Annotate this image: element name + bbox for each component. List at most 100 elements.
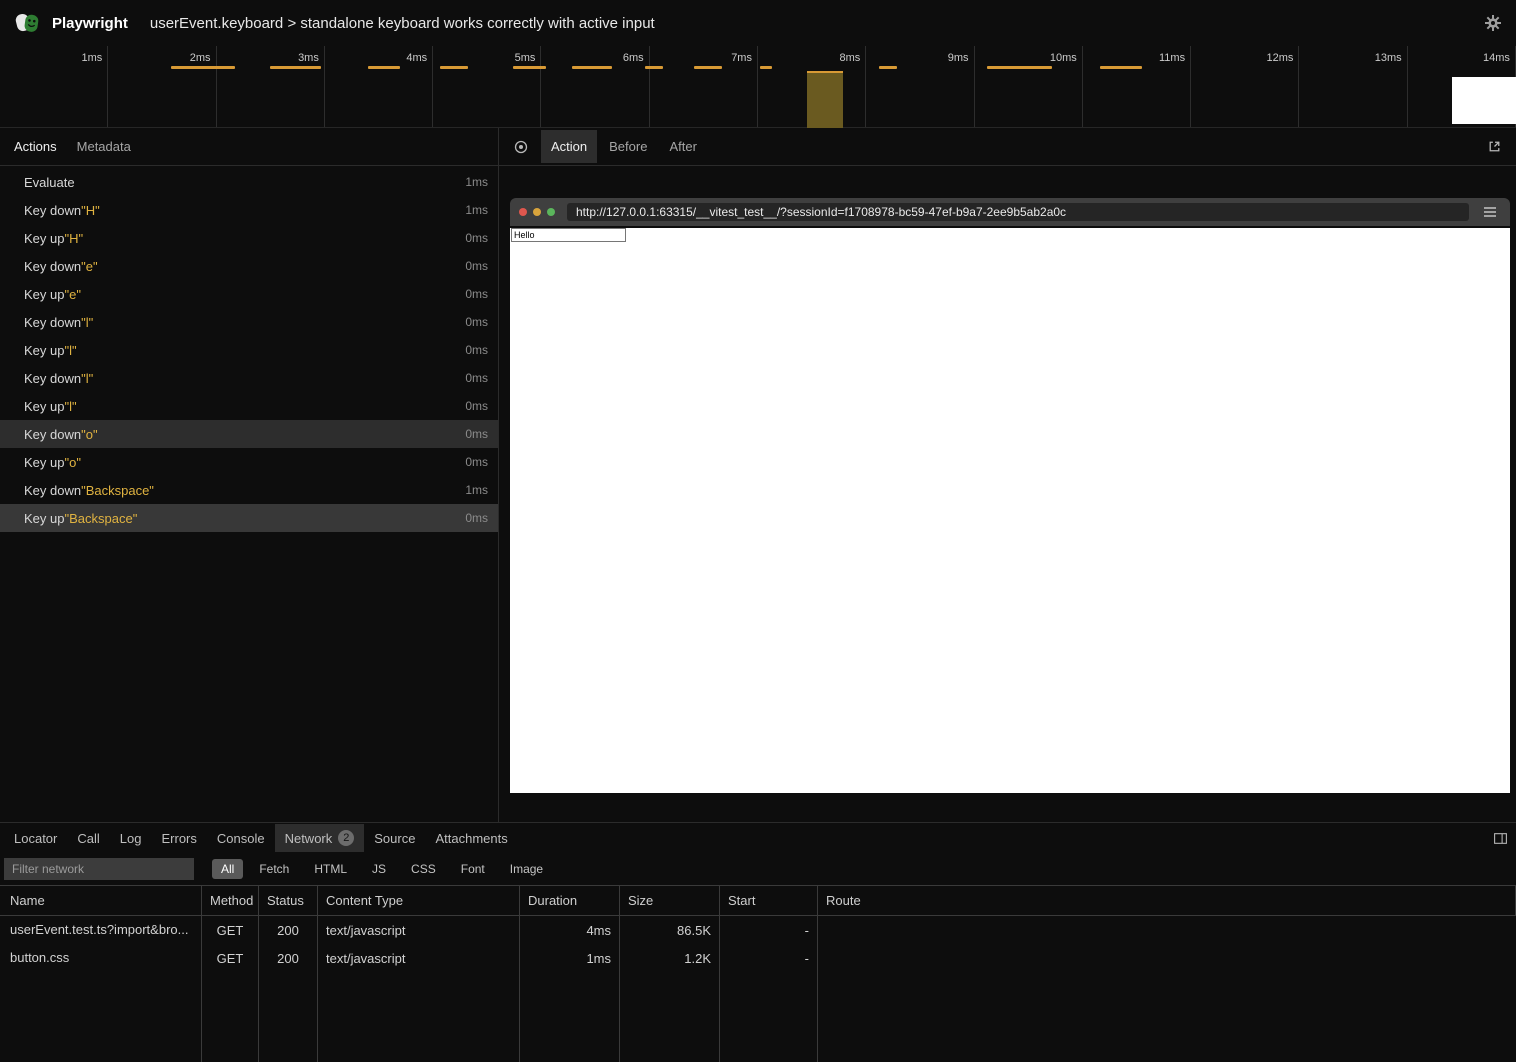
action-duration: 1ms bbox=[465, 203, 488, 217]
action-label: Key up bbox=[24, 231, 64, 246]
action-duration: 0ms bbox=[465, 231, 488, 245]
details-tab[interactable]: Log bbox=[110, 825, 152, 852]
network-row-content-type[interactable]: text/javascript bbox=[318, 916, 520, 944]
details-tab-label: Network bbox=[285, 831, 333, 846]
app-name: Playwright bbox=[52, 15, 128, 32]
timeline-tick-label: 7ms bbox=[650, 46, 757, 64]
action-row[interactable]: Key up "l" 0ms bbox=[0, 392, 498, 420]
action-row[interactable]: Key up "e" 0ms bbox=[0, 280, 498, 308]
action-label: Key up bbox=[24, 455, 64, 470]
browser-url: http://127.0.0.1:63315/__vitest_test__/?… bbox=[567, 203, 1469, 221]
traffic-light-red-icon bbox=[519, 208, 527, 216]
network-filter-chip[interactable]: Fetch bbox=[250, 859, 298, 879]
network-row-duration[interactable]: 1ms bbox=[520, 944, 620, 972]
details-tab[interactable]: Call bbox=[67, 825, 109, 852]
action-key-value: "H" bbox=[64, 231, 83, 246]
network-row-status[interactable]: 200 bbox=[259, 916, 318, 944]
timeline-tick-label: 1ms bbox=[0, 46, 107, 64]
network-row-content-type[interactable]: text/javascript bbox=[318, 944, 520, 972]
timeline-tick-label: 2ms bbox=[108, 46, 215, 64]
network-filter-chip[interactable]: Font bbox=[452, 859, 494, 879]
timeline-tick-label: 11ms bbox=[1083, 46, 1190, 64]
details-tab[interactable]: Locator bbox=[4, 825, 67, 852]
details-tab[interactable]: Source bbox=[364, 825, 425, 852]
action-row[interactable]: Key up "Backspace" 0ms bbox=[0, 504, 498, 532]
timeline-tick-label: 4ms bbox=[325, 46, 432, 64]
panel-layout-icon[interactable] bbox=[1489, 827, 1512, 850]
timeline-tick-label: 5ms bbox=[433, 46, 540, 64]
network-row-route[interactable] bbox=[818, 916, 1516, 944]
action-row[interactable]: Key down "H" 1ms bbox=[0, 196, 498, 224]
details-tab[interactable]: Attachments bbox=[425, 825, 517, 852]
details-tabs: Locator Call Log Errors Console Network2… bbox=[0, 823, 1516, 853]
pick-locator-icon[interactable] bbox=[509, 135, 533, 159]
action-row[interactable]: Key up "l" 0ms bbox=[0, 336, 498, 364]
network-row-size[interactable]: 86.5K bbox=[620, 916, 720, 944]
action-label: Key up bbox=[24, 343, 64, 358]
network-row-name[interactable]: button.css bbox=[0, 944, 202, 972]
browser-menu-icon bbox=[1479, 202, 1501, 222]
action-row[interactable]: Key up "o" 0ms bbox=[0, 448, 498, 476]
timeline[interactable]: 1ms 2ms 3ms 4ms 5ms 6ms bbox=[0, 46, 1516, 128]
action-key-value: "e" bbox=[81, 259, 97, 274]
timeline-action-marker bbox=[440, 66, 468, 69]
network-row-status[interactable]: 200 bbox=[259, 944, 318, 972]
network-filter-chip[interactable]: Image bbox=[501, 859, 552, 879]
page-text-input[interactable] bbox=[511, 228, 626, 242]
open-external-icon[interactable] bbox=[1483, 135, 1506, 158]
action-duration: 0ms bbox=[465, 511, 488, 525]
action-key-value: "Backspace" bbox=[64, 511, 137, 526]
network-filter-chip[interactable]: JS bbox=[363, 859, 395, 879]
timeline-tick-cell: 9ms bbox=[866, 46, 974, 127]
details-tab[interactable]: Console bbox=[207, 825, 275, 852]
network-column-header: Name bbox=[0, 886, 202, 916]
network-row-start[interactable]: - bbox=[720, 944, 818, 972]
traffic-light-yellow-icon bbox=[533, 208, 541, 216]
action-duration: 0ms bbox=[465, 455, 488, 469]
timeline-action-marker bbox=[694, 66, 722, 69]
action-key-value: "Backspace" bbox=[81, 483, 154, 498]
network-filter-chip[interactable]: All bbox=[212, 859, 243, 879]
details-tab-label: Log bbox=[120, 831, 142, 846]
network-table-filler bbox=[0, 972, 202, 1062]
details-tab[interactable]: Errors bbox=[151, 825, 206, 852]
network-column-header: Route bbox=[818, 886, 1516, 916]
timeline-tick-label: 14ms bbox=[1408, 46, 1515, 64]
timeline-action-marker bbox=[760, 66, 772, 69]
details-tab-label: Source bbox=[374, 831, 415, 846]
network-table: Name Method Status Content Type Duration… bbox=[0, 885, 1516, 1062]
actions-panel-tab[interactable]: Metadata bbox=[67, 130, 141, 163]
network-row-name[interactable]: userEvent.test.ts?import&bro... bbox=[0, 916, 202, 944]
action-row[interactable]: Key up "H" 0ms bbox=[0, 224, 498, 252]
network-filter-chip[interactable]: HTML bbox=[305, 859, 356, 879]
network-row-method[interactable]: GET bbox=[202, 916, 259, 944]
action-row[interactable]: Key down "Backspace" 1ms bbox=[0, 476, 498, 504]
timeline-action-marker bbox=[270, 66, 321, 69]
action-duration: 1ms bbox=[465, 175, 488, 189]
action-row[interactable]: Key down "o" 0ms bbox=[0, 420, 498, 448]
network-filter-chip[interactable]: CSS bbox=[402, 859, 445, 879]
action-duration: 0ms bbox=[465, 315, 488, 329]
network-row-start[interactable]: - bbox=[720, 916, 818, 944]
network-filter-chips: All Fetch HTML JS CSS Font Image bbox=[212, 859, 552, 879]
network-filter-input[interactable] bbox=[4, 858, 194, 880]
snapshot-tab[interactable]: After bbox=[659, 130, 706, 163]
snapshot-tab[interactable]: Before bbox=[599, 130, 657, 163]
action-row[interactable]: Key down "l" 0ms bbox=[0, 308, 498, 336]
network-row-size[interactable]: 1.2K bbox=[620, 944, 720, 972]
details-tab[interactable]: Network2 bbox=[275, 824, 365, 852]
details-tab-label: Locator bbox=[14, 831, 57, 846]
timeline-tick-label: 13ms bbox=[1299, 46, 1406, 64]
action-duration: 0ms bbox=[465, 287, 488, 301]
action-key-value: "o" bbox=[64, 455, 80, 470]
network-row-duration[interactable]: 4ms bbox=[520, 916, 620, 944]
snapshot-tab[interactable]: Action bbox=[541, 130, 597, 163]
network-row-method[interactable]: GET bbox=[202, 944, 259, 972]
trace-viewer-app: Playwright userEvent.keyboard > standalo… bbox=[0, 0, 1516, 1062]
action-row[interactable]: Key down "e" 0ms bbox=[0, 252, 498, 280]
action-row[interactable]: Key down "l" 0ms bbox=[0, 364, 498, 392]
network-row-route[interactable] bbox=[818, 944, 1516, 972]
settings-gear-icon[interactable] bbox=[1484, 14, 1502, 32]
actions-panel-tab[interactable]: Actions bbox=[4, 130, 67, 163]
action-row[interactable]: Evaluate 1ms bbox=[0, 168, 498, 196]
